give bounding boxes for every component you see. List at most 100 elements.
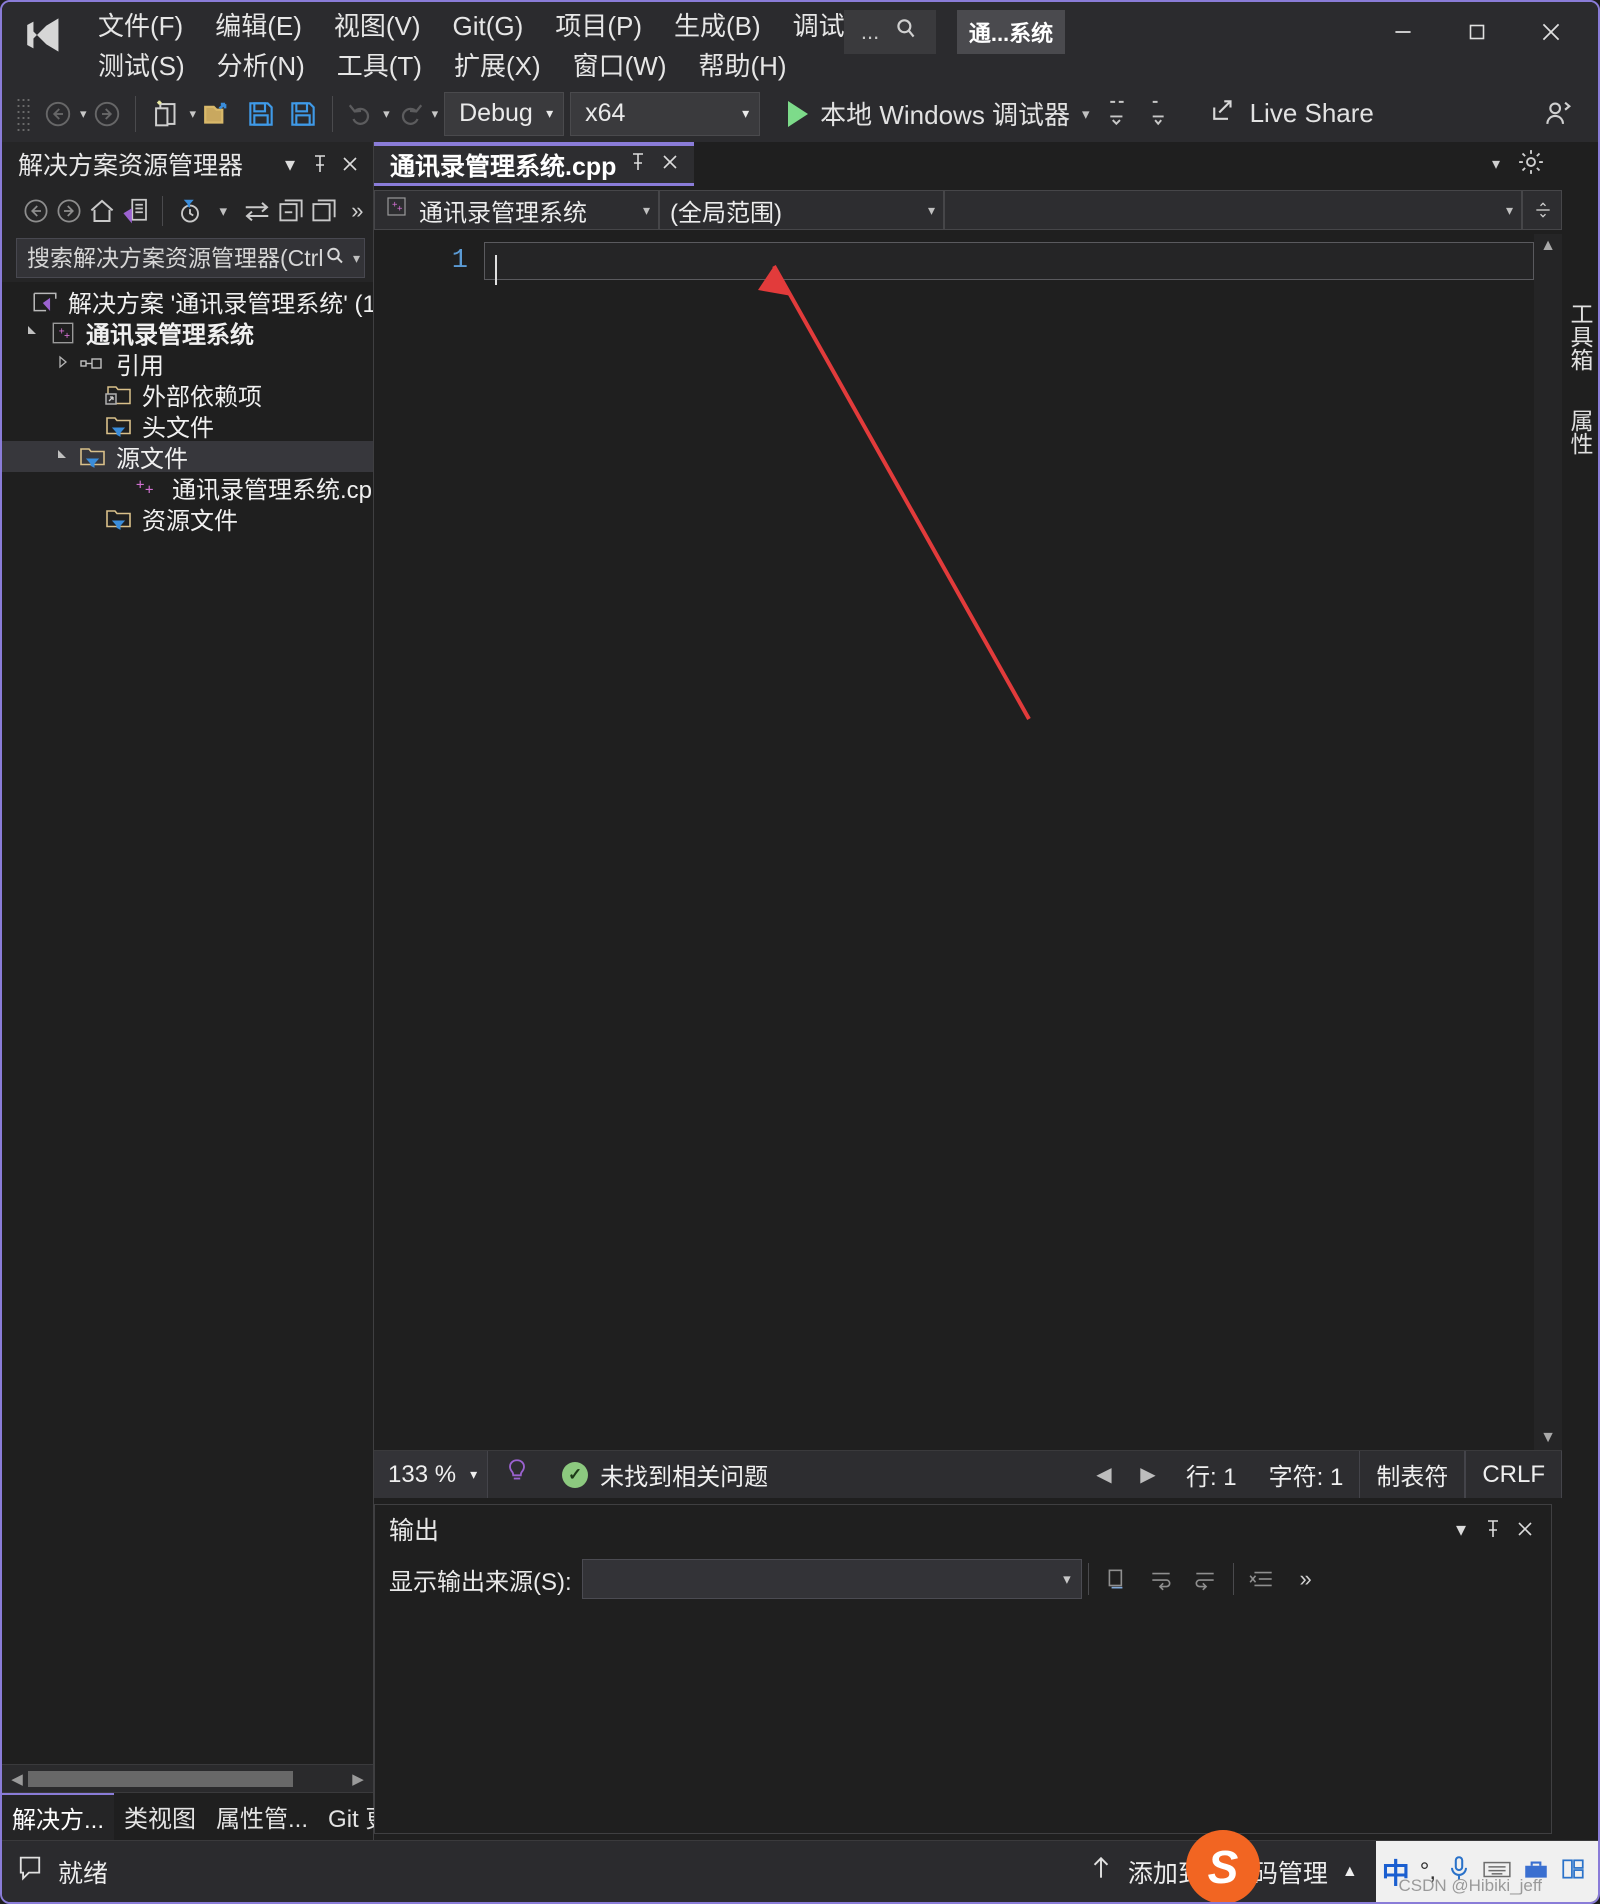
status-notification-icon[interactable] bbox=[16, 1853, 44, 1890]
line-ending-indicator[interactable]: CRLF bbox=[1465, 1451, 1562, 1498]
navigate-forward-icon[interactable] bbox=[87, 92, 127, 136]
output-overflow-icon[interactable]: » bbox=[1284, 1559, 1328, 1599]
sync-with-active-document-icon[interactable] bbox=[241, 192, 273, 230]
intellicode-status[interactable] bbox=[488, 1451, 546, 1498]
code-surface[interactable] bbox=[484, 234, 1534, 1450]
save-all-icon[interactable] bbox=[282, 92, 324, 136]
account-badge[interactable]: 通...系统 bbox=[957, 10, 1065, 54]
tab-solution-explorer[interactable]: 解决方... bbox=[2, 1793, 115, 1840]
zoom-control[interactable]: 133 % ▾ bbox=[374, 1451, 489, 1498]
tree-row-solution[interactable]: 解决方案 '通讯录管理系统' (1 个项 bbox=[2, 286, 373, 318]
indentation-indicator[interactable]: 制表符 bbox=[1359, 1451, 1466, 1498]
undo-icon[interactable] bbox=[341, 92, 381, 136]
tree-row-external-deps[interactable]: 外部依赖项 bbox=[2, 379, 373, 411]
menu-file[interactable]: 文件(F) bbox=[82, 6, 199, 46]
back-icon[interactable] bbox=[20, 192, 51, 230]
document-tab-pin-icon[interactable] bbox=[628, 151, 648, 179]
panel-menu-chevron-icon[interactable]: ▾ bbox=[275, 148, 305, 180]
collapse-all-icon[interactable] bbox=[275, 192, 306, 230]
clear-output-icon[interactable] bbox=[1095, 1559, 1139, 1599]
solution-configuration-combo[interactable]: Debug ▾ bbox=[444, 91, 565, 136]
properties-window-icon[interactable] bbox=[308, 192, 339, 230]
ime-settings-icon[interactable] bbox=[1560, 1856, 1586, 1887]
menu-git[interactable]: Git(G) bbox=[437, 6, 540, 46]
solution-platform-combo[interactable]: x64 ▾ bbox=[570, 91, 761, 136]
split-editor-icon[interactable] bbox=[1522, 190, 1562, 230]
editor-vertical-scrollbar[interactable]: ▲ ▼ bbox=[1534, 234, 1562, 1450]
menu-tools[interactable]: 工具(T) bbox=[321, 46, 438, 86]
panel-menu-chevron-icon[interactable]: ▾ bbox=[1445, 1512, 1477, 1546]
menu-extensions[interactable]: 扩展(X) bbox=[438, 46, 557, 86]
search-icon[interactable] bbox=[323, 244, 347, 273]
rail-tab-toolbox[interactable]: 工具箱 bbox=[1559, 292, 1598, 381]
open-file-icon[interactable] bbox=[196, 92, 240, 136]
nav-scope-combo[interactable]: (全局范围) ▾ bbox=[659, 190, 944, 230]
tree-row-cpp-file[interactable]: + + 通讯录管理系统.cpp bbox=[2, 472, 373, 505]
tab-class-view[interactable]: 类视图 bbox=[114, 1793, 206, 1840]
search-dropdown-icon[interactable]: ▾ bbox=[353, 250, 360, 267]
document-tab-cpp[interactable]: 通讯录管理系统.cpp bbox=[374, 142, 695, 186]
show-all-files-icon[interactable] bbox=[120, 192, 151, 230]
home-icon[interactable] bbox=[87, 192, 118, 230]
nav-project-combo[interactable]: + + 通讯录管理系统 ▾ bbox=[374, 190, 659, 230]
new-project-icon[interactable] bbox=[144, 92, 188, 136]
forward-icon[interactable] bbox=[53, 192, 84, 230]
word-wrap-icon[interactable] bbox=[1139, 1559, 1183, 1599]
scrollbar-track[interactable] bbox=[28, 1770, 347, 1787]
maximize-button[interactable] bbox=[1440, 6, 1514, 58]
menu-edit[interactable]: 编辑(E) bbox=[199, 6, 318, 46]
close-button[interactable] bbox=[1514, 6, 1588, 58]
menu-analyze[interactable]: 分析(N) bbox=[201, 46, 321, 86]
tab-list-chevron-icon[interactable]: ▾ bbox=[1492, 154, 1500, 174]
scroll-up-icon[interactable]: ▲ bbox=[1540, 237, 1556, 255]
solution-explorer-search[interactable]: ▾ bbox=[16, 238, 365, 278]
step-options-icon-2[interactable] bbox=[1140, 92, 1180, 136]
chevron-up-icon[interactable]: ▲ bbox=[1342, 1863, 1358, 1881]
toggle-wrap-icon[interactable] bbox=[1183, 1559, 1227, 1599]
redo-dropdown-icon[interactable]: ▾ bbox=[432, 106, 439, 122]
nav-member-combo[interactable]: ▾ bbox=[944, 190, 1522, 230]
menu-test[interactable]: 测试(S) bbox=[82, 46, 201, 86]
rail-tab-properties[interactable]: 属性 bbox=[1559, 399, 1598, 465]
previous-issue-icon[interactable]: ◀ bbox=[1082, 1451, 1126, 1498]
code-editor[interactable]: 1 ▲ ▼ bbox=[374, 234, 1562, 1450]
scrollbar-thumb[interactable] bbox=[28, 1770, 293, 1787]
menu-view[interactable]: 视图(V) bbox=[318, 6, 437, 46]
chevron-down-icon[interactable]: ▾ bbox=[470, 1466, 477, 1483]
output-source-combo[interactable]: ▾ bbox=[581, 1559, 1082, 1599]
chevron-down-icon[interactable]: ▾ bbox=[1082, 105, 1090, 123]
tab-property-manager[interactable]: 属性管... bbox=[206, 1793, 318, 1840]
scroll-right-icon[interactable]: ▶ bbox=[347, 1770, 369, 1788]
redo-icon[interactable] bbox=[390, 92, 430, 136]
solution-explorer-hscrollbar[interactable]: ◀ ▶ bbox=[2, 1764, 373, 1792]
tree-row-header-files[interactable]: 头文件 bbox=[2, 410, 373, 442]
twisty[interactable] bbox=[50, 447, 76, 467]
step-options-icon[interactable] bbox=[1100, 92, 1140, 136]
panel-close-icon[interactable] bbox=[1509, 1512, 1541, 1546]
panel-pin-icon[interactable] bbox=[1477, 1512, 1509, 1546]
menu-window[interactable]: 窗口(W) bbox=[557, 46, 683, 86]
menu-build[interactable]: 生成(B) bbox=[658, 6, 777, 46]
panel-close-icon[interactable] bbox=[335, 148, 365, 180]
pending-changes-filter-icon[interactable] bbox=[174, 192, 205, 230]
tree-row-references[interactable]: 引用 bbox=[2, 348, 373, 380]
tree-row-project[interactable]: + + 通讯录管理系统 bbox=[2, 317, 373, 349]
share-user-icon[interactable] bbox=[1536, 92, 1580, 136]
menu-help[interactable]: 帮助(H) bbox=[683, 46, 803, 86]
filter-dropdown-icon[interactable]: ▾ bbox=[208, 192, 239, 230]
save-icon[interactable] bbox=[240, 92, 282, 136]
minimize-button[interactable] bbox=[1366, 6, 1440, 58]
menu-project[interactable]: 项目(P) bbox=[539, 6, 658, 46]
tree-row-resource-files[interactable]: 资源文件 bbox=[2, 503, 373, 535]
twisty[interactable] bbox=[20, 323, 46, 343]
navigate-backward-icon[interactable] bbox=[38, 92, 78, 136]
next-issue-icon[interactable]: ▶ bbox=[1126, 1451, 1170, 1498]
scroll-left-icon[interactable]: ◀ bbox=[6, 1770, 28, 1788]
twisty[interactable] bbox=[50, 354, 76, 374]
toolbar-overflow-icon[interactable]: » bbox=[342, 192, 373, 230]
live-share-button[interactable]: Live Share bbox=[1208, 95, 1374, 132]
search-input[interactable] bbox=[27, 244, 323, 272]
tree-row-source-files[interactable]: 源文件 bbox=[2, 441, 373, 473]
scroll-down-icon[interactable]: ▼ bbox=[1540, 1429, 1556, 1447]
document-tab-close-icon[interactable] bbox=[660, 151, 680, 178]
